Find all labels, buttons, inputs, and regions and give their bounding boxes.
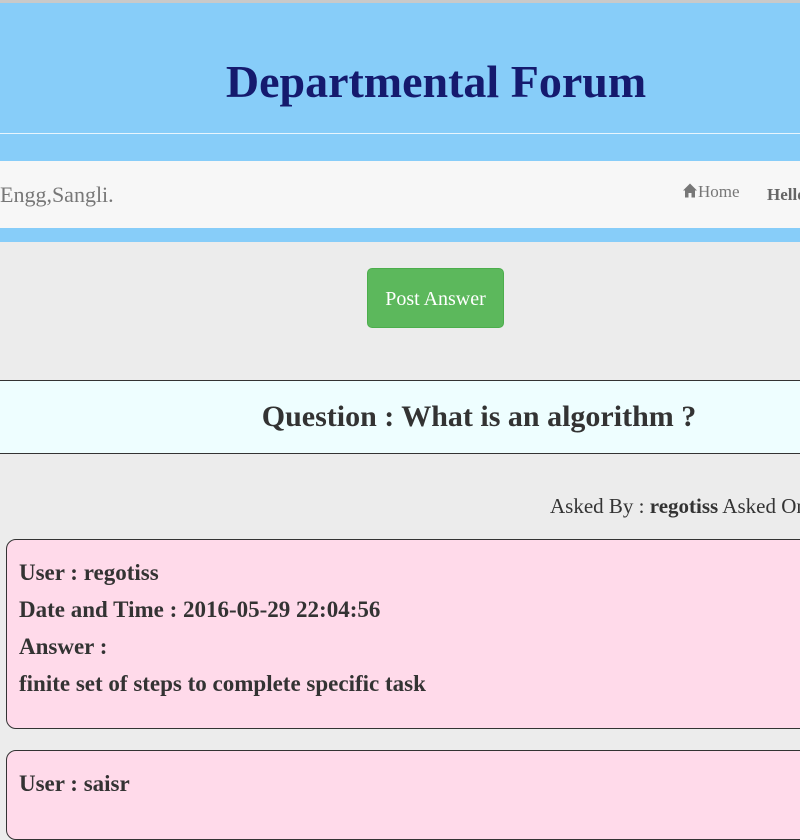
question-panel: Question : What is an algorithm ? [0, 380, 800, 454]
answer-datetime: Date and Time : 2016-05-29 22:04:56 [19, 597, 381, 622]
home-icon [683, 183, 697, 197]
page-title: Departmental Forum [225, 56, 647, 107]
answer-user: User : regotiss [19, 560, 159, 585]
answer-card: User : saisr [6, 750, 800, 840]
asked-on-label: Asked On [718, 494, 800, 518]
question-meta: Asked By : regotiss Asked On [550, 494, 800, 519]
navbar-brand[interactable]: Engg,Sangli. [0, 182, 114, 208]
asked-by-user: regotiss [649, 494, 719, 518]
answer-card: User : regotiss Date and Time : 2016-05-… [6, 539, 800, 729]
nav-home-label: Home [698, 182, 740, 201]
header-divider [0, 133, 800, 134]
nav-greeting[interactable]: Hello [767, 185, 800, 205]
nav-home-link[interactable]: Home [682, 182, 740, 202]
navbar: Engg,Sangli. Home Hello [0, 161, 800, 228]
asked-by-label: Asked By : [550, 494, 650, 518]
answer-user: User : saisr [19, 771, 130, 796]
post-answer-button[interactable]: Post Answer [367, 268, 504, 328]
question-title: Question : What is an algorithm ? [261, 400, 697, 433]
answer-label: Answer : [19, 634, 108, 659]
answer-text: finite set of steps to complete specific… [19, 671, 426, 696]
